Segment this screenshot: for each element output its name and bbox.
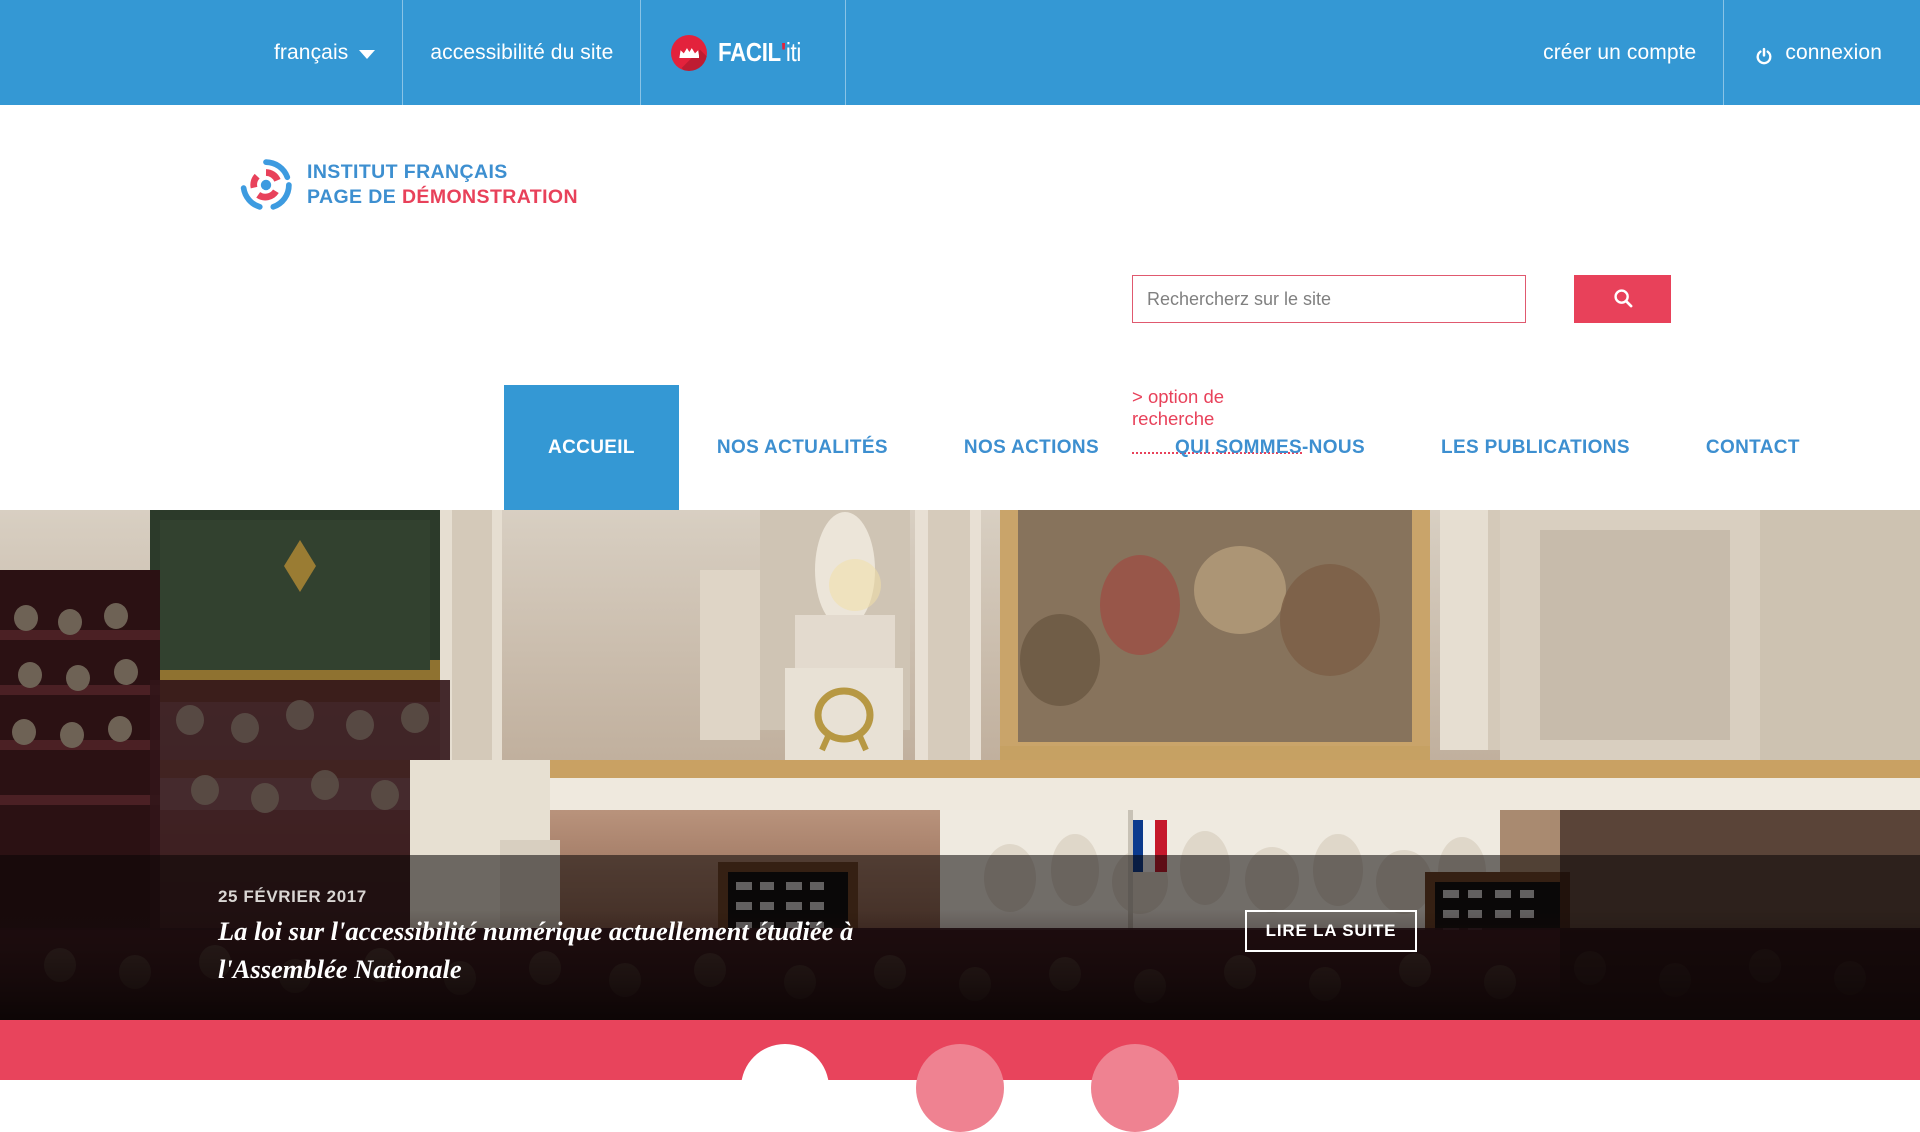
nav-item-label: ACCUEIL (548, 436, 635, 458)
login-label: connexion (1785, 40, 1882, 64)
faciliti-logo-button[interactable]: FACIL'iti (641, 0, 844, 105)
chevron-down-icon (359, 50, 376, 59)
brand-line-2: PAGE DE DÉMONSTRATION (307, 185, 578, 210)
nav-item-accueil[interactable]: ACCUEIL (504, 385, 679, 510)
create-account-link[interactable]: créer un compte (1516, 0, 1723, 105)
carousel-dot-3[interactable] (1091, 1044, 1179, 1132)
language-selector[interactable]: français (247, 0, 402, 105)
divider (844, 0, 846, 105)
brand-text: INSTITUT FRANÇAIS PAGE DE DÉMONSTRATION (307, 160, 578, 210)
topbar-left-group: français accessibilité du site FACIL'iti (247, 0, 846, 105)
nav-item-label: QUI SOMMES-NOUS (1175, 436, 1365, 458)
nav-item-label: CONTACT (1705, 436, 1800, 458)
top-utility-bar: français accessibilité du site FACIL'iti… (0, 0, 1920, 105)
create-account-label: créer un compte (1543, 40, 1697, 64)
faciliti-name-suffix: iti (786, 37, 802, 67)
nav-item-nos-actions[interactable]: NOS ACTIONS (926, 385, 1137, 510)
carousel-dot-1[interactable] (741, 1044, 829, 1132)
lire-la-suite-label: LIRE LA SUITE (1265, 921, 1397, 940)
nav-item-qui-sommes-nous[interactable]: QUI SOMMES-NOUS (1137, 385, 1403, 510)
nav-item-nos-actualites[interactable]: NOS ACTUALITÉS (679, 385, 926, 510)
circular-swirl-logo-icon (240, 159, 292, 211)
login-button[interactable]: connexion (1724, 0, 1920, 105)
faciliti-wordmark: FACIL'iti (718, 37, 801, 68)
search-form (1132, 275, 1526, 323)
main-navigation: ACCUEIL NOS ACTUALITÉS NOS ACTIONS QUI S… (0, 385, 1920, 510)
search-input[interactable] (1132, 275, 1526, 323)
site-accessibility-link[interactable]: accessibilité du site (403, 0, 640, 105)
nav-item-contact[interactable]: CONTACT (1668, 385, 1838, 510)
power-icon (1754, 46, 1774, 66)
brand-line-1: INSTITUT FRANÇAIS (307, 161, 508, 184)
brand-line-2-accent: DÉMONSTRATION (401, 186, 578, 208)
hero-date: 25 FÉVRIER 2017 (218, 887, 367, 906)
main-navigation-list: ACCUEIL NOS ACTUALITÉS NOS ACTIONS QUI S… (504, 385, 1838, 510)
hero-caption-overlay: 25 FÉVRIER 2017 La loi sur l'accessibili… (0, 855, 1920, 1020)
nav-item-les-publications[interactable]: LES PUBLICATIONS (1403, 385, 1668, 510)
site-accessibility-label: accessibilité du site (430, 40, 614, 64)
search-submit-button[interactable] (1574, 275, 1671, 323)
topbar-right-group: créer un compte connexion (1516, 0, 1920, 105)
lire-la-suite-button[interactable]: LIRE LA SUITE (1245, 910, 1417, 952)
hero-carousel: 25 FÉVRIER 2017 La loi sur l'accessibili… (0, 510, 1920, 1020)
nav-item-label: NOS ACTIONS (963, 436, 1099, 458)
carousel-dot-2[interactable] (916, 1044, 1004, 1132)
crown-icon (671, 34, 708, 71)
faciliti-name-main: FACIL (718, 37, 782, 67)
language-label: français (274, 40, 349, 64)
search-icon (1612, 287, 1634, 312)
brand-logo-link[interactable]: INSTITUT FRANÇAIS PAGE DE DÉMONSTRATION (240, 159, 578, 211)
brand-line-2-prefix: PAGE DE (307, 186, 402, 208)
hero-title: La loi sur l'accessibilité numérique act… (218, 916, 854, 984)
nav-item-label: LES PUBLICATIONS (1440, 436, 1630, 458)
nav-item-label: NOS ACTUALITÉS (716, 436, 888, 458)
